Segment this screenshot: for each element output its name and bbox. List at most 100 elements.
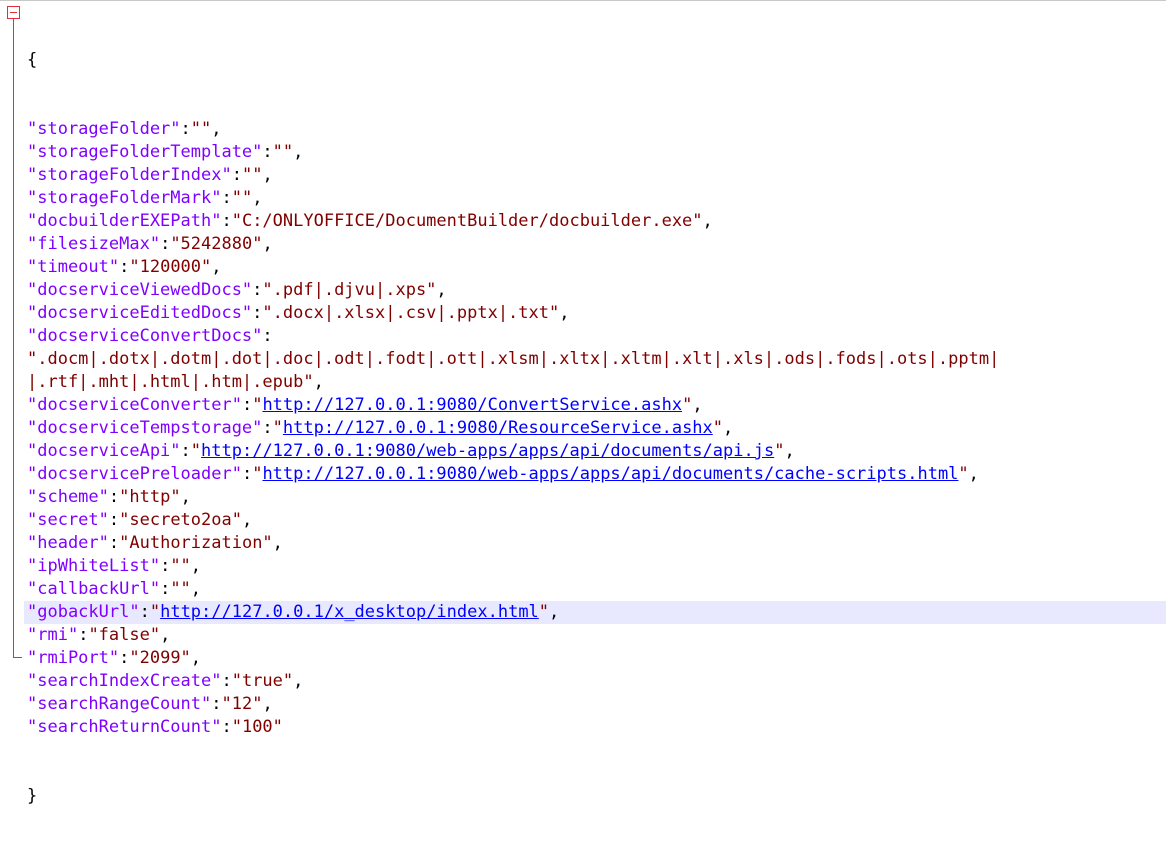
fold-margin xyxy=(0,1,24,669)
code-lines: "storageFolder":"", "storageFolderTemplat… xyxy=(24,118,1166,739)
json-quote: " xyxy=(538,602,550,622)
json-quote: " xyxy=(190,441,202,461)
json-value: "true" xyxy=(231,671,294,691)
json-key: "searchRangeCount" xyxy=(27,694,212,714)
json-value: "100" xyxy=(231,717,283,737)
json-comma: , xyxy=(262,165,273,185)
open-brace: { xyxy=(27,50,38,70)
json-value: "" xyxy=(231,188,253,208)
json-colon: : xyxy=(108,533,120,553)
json-key: "docserviceConvertDocs" xyxy=(27,326,263,346)
fold-line xyxy=(13,19,14,658)
json-key: "scheme" xyxy=(27,487,109,507)
json-key: "docserviceConverter" xyxy=(27,395,242,415)
json-comma: , xyxy=(784,441,795,461)
url-link[interactable]: http://127.0.0.1:9080/web-apps/apps/api/… xyxy=(201,441,774,461)
json-colon: : xyxy=(108,510,120,530)
code-line: "docserviceConvertDocs": xyxy=(27,325,1166,348)
json-comma: , xyxy=(211,119,222,139)
code-line: "header":"Authorization", xyxy=(27,532,1166,555)
json-comma: , xyxy=(293,142,304,162)
json-value: "5242880" xyxy=(170,234,263,254)
code-line-open-brace: { xyxy=(27,49,1166,72)
code-line-current: "gobackUrl":"http://127.0.0.1/x_desktop/… xyxy=(24,601,1166,624)
json-comma: , xyxy=(190,648,202,668)
json-comma: , xyxy=(723,418,734,438)
json-quote: " xyxy=(252,395,263,415)
url-link[interactable]: http://127.0.0.1:9080/ConvertService.ash… xyxy=(262,395,682,415)
json-colon: : xyxy=(139,602,150,622)
code-line: "docservicePreloader":"http://127.0.0.1:… xyxy=(27,463,1166,486)
json-colon: : xyxy=(221,671,232,691)
json-comma: , xyxy=(293,671,304,691)
json-value: "12" xyxy=(221,694,263,714)
code-line: "searchIndexCreate":"true", xyxy=(27,670,1166,693)
json-key: "searchReturnCount" xyxy=(27,717,222,737)
json-value: "secreto2oa" xyxy=(119,510,242,530)
json-value: ".docx|.xlsx|.csv|.pptx|.txt" xyxy=(262,303,560,323)
json-key: "docbuilderEXEPath" xyxy=(27,211,222,231)
json-colon: : xyxy=(241,395,253,415)
json-key: "callbackUrl" xyxy=(27,579,161,599)
json-value: "" xyxy=(170,556,191,576)
json-key: "storageFolderIndex" xyxy=(27,165,232,185)
code-line: "rmiPort":"2099", xyxy=(27,647,1166,670)
code-line: "docserviceApi":"http://127.0.0.1:9080/w… xyxy=(27,440,1166,463)
url-link[interactable]: http://127.0.0.1:9080/ResourceService.as… xyxy=(283,418,713,438)
json-comma: , xyxy=(702,211,713,231)
json-comma: , xyxy=(692,395,703,415)
json-colon: : xyxy=(160,579,171,599)
code-editor[interactable]: { "storageFolder":"", "storageFolderTempl… xyxy=(0,0,1166,806)
json-value: "" xyxy=(190,119,212,139)
fold-end-marker xyxy=(13,657,22,658)
json-key: "secret" xyxy=(27,510,109,530)
code-text-area[interactable]: { "storageFolder":"", "storageFolderTempl… xyxy=(24,3,1166,854)
json-comma: , xyxy=(190,579,202,599)
json-quote: " xyxy=(149,602,161,622)
fold-collapse-icon[interactable] xyxy=(7,6,20,19)
url-link[interactable]: http://127.0.0.1:9080/web-apps/apps/api/… xyxy=(262,464,958,484)
json-comma: , xyxy=(262,234,273,254)
close-brace: } xyxy=(27,786,38,806)
code-line: "secret":"secreto2oa", xyxy=(27,509,1166,532)
url-link[interactable]: http://127.0.0.1/x_desktop/index.html xyxy=(160,602,539,622)
json-value: "120000" xyxy=(129,257,212,277)
code-line: "filesizeMax":"5242880", xyxy=(27,233,1166,256)
json-comma: , xyxy=(262,694,273,714)
json-comma: , xyxy=(190,556,202,576)
code-line: "docserviceConverter":"http://127.0.0.1:… xyxy=(27,394,1166,417)
json-key: "docserviceTempstorage" xyxy=(27,418,263,438)
json-key: "docserviceApi" xyxy=(27,441,181,461)
json-value: "http" xyxy=(119,487,181,507)
code-line: "storageFolderIndex":"", xyxy=(27,164,1166,187)
json-colon: : xyxy=(211,694,222,714)
json-quote: " xyxy=(272,418,283,438)
json-colon: : xyxy=(108,487,120,507)
code-line: |.rtf|.mht|.html|.htm|.epub", xyxy=(27,371,1166,394)
json-key: "storageFolderTemplate" xyxy=(27,142,263,162)
json-colon: : xyxy=(221,211,232,231)
json-comma: , xyxy=(160,625,171,645)
json-comma: , xyxy=(313,372,324,392)
json-value: "" xyxy=(272,142,294,162)
code-line-close-brace: } xyxy=(27,785,1166,808)
json-key: "storageFolder" xyxy=(27,119,181,139)
json-key: "docserviceViewedDocs" xyxy=(27,280,253,300)
json-key: "rmiPort" xyxy=(27,648,120,668)
json-comma: , xyxy=(241,510,253,530)
code-line: "scheme":"http", xyxy=(27,486,1166,509)
code-line: ".docm|.dotx|.dotm|.dot|.doc|.odt|.fodt|… xyxy=(27,348,1166,371)
json-colon: : xyxy=(221,188,232,208)
json-colon: : xyxy=(160,556,171,576)
json-colon: : xyxy=(252,303,263,323)
code-line: "docserviceViewedDocs":".pdf|.djvu|.xps"… xyxy=(27,279,1166,302)
json-quote: " xyxy=(252,464,263,484)
json-value: ".docm|.dotx|.dotm|.dot|.doc|.odt|.fodt|… xyxy=(27,349,1000,369)
json-value: "2099" xyxy=(129,648,191,668)
json-key: "header" xyxy=(27,533,109,553)
code-line: "storageFolder":"", xyxy=(27,118,1166,141)
json-key: "timeout" xyxy=(27,257,120,277)
json-key: "rmi" xyxy=(27,625,79,645)
json-colon: : xyxy=(262,418,273,438)
json-value: "" xyxy=(170,579,191,599)
